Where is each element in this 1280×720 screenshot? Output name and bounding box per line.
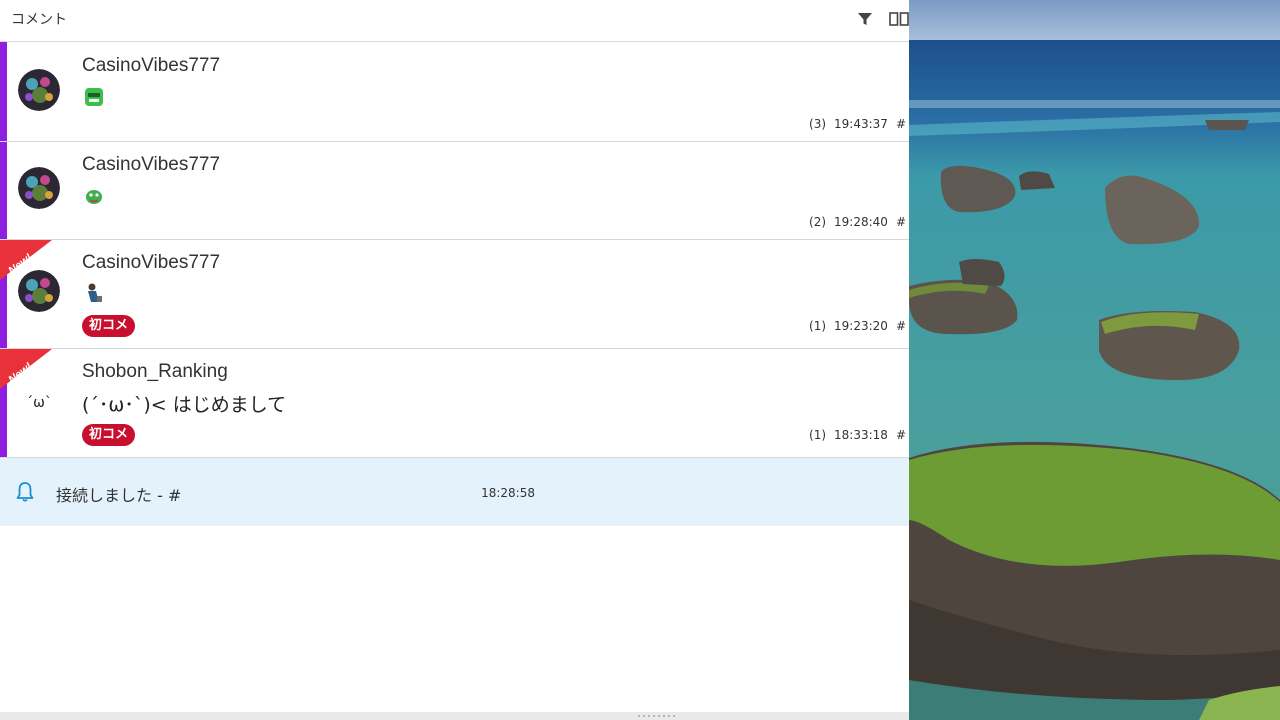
bell-icon <box>16 482 34 502</box>
comment-count: (1) <box>809 319 827 333</box>
comment-username[interactable]: CasinoVibes777 <box>82 252 220 274</box>
comment-accent-bar <box>0 42 7 141</box>
comment-hash[interactable]: # <box>896 215 906 229</box>
comment-text: (´･ω･`)< はじめまして <box>82 394 287 416</box>
comment-meta: (2) 19:28:40 # <box>809 215 906 229</box>
green-creature-stamp <box>86 190 102 204</box>
comment-item[interactable]: New! CasinoVibes777 初コメ (1) 19:23:20 # <box>0 240 909 349</box>
columns-icon[interactable] <box>889 11 909 27</box>
avatar[interactable] <box>18 167 60 209</box>
comment-username[interactable]: CasinoVibes777 <box>82 154 220 176</box>
filter-icon[interactable] <box>857 11 873 27</box>
comment-accent-bar <box>0 142 7 239</box>
comment-time: 19:23:20 <box>834 319 888 333</box>
comment-meta: (1) 18:33:18 # <box>809 428 906 442</box>
panel-title: コメント <box>11 12 67 28</box>
notice-time: 18:28:58 <box>481 486 535 500</box>
comment-meta: (1) 19:23:20 # <box>809 319 906 333</box>
comment-time: 18:33:18 <box>834 428 888 442</box>
scrollbar-grip-icon[interactable] <box>638 714 678 718</box>
horizontal-scrollbar[interactable] <box>0 712 909 720</box>
green-monster-stamp <box>85 88 103 106</box>
comment-time: 19:43:37 <box>834 117 888 131</box>
comment-hash[interactable]: # <box>896 428 906 442</box>
comment-username[interactable]: Shobon_Ranking <box>82 361 228 383</box>
comment-username[interactable]: CasinoVibes777 <box>82 55 220 77</box>
background-photo <box>909 0 1280 720</box>
avatar[interactable]: ´ω` <box>18 382 60 424</box>
comment-item[interactable]: CasinoVibes777 (2) 19:28:40 # <box>0 142 909 240</box>
avatar[interactable] <box>18 69 60 111</box>
comment-hash[interactable]: # <box>896 117 906 131</box>
comment-count: (2) <box>809 215 827 229</box>
notice-text: 接続しました - # <box>56 486 182 505</box>
avatar-text: ´ω` <box>26 395 52 411</box>
comment-time: 19:28:40 <box>834 215 888 229</box>
first-comment-badge: 初コメ <box>82 424 136 446</box>
panel-header: コメント <box>0 0 909 42</box>
comment-panel: コメント CasinoVibes777 (3) 19:43:37 # Casin… <box>0 0 909 720</box>
person-stamp <box>88 283 102 302</box>
first-comment-badge: 初コメ <box>82 315 136 337</box>
avatar[interactable] <box>18 270 60 312</box>
comment-hash[interactable]: # <box>896 319 906 333</box>
comment-item[interactable]: New! ´ω` Shobon_Ranking (´･ω･`)< はじめまして … <box>0 349 909 458</box>
comment-count: (3) <box>809 117 827 131</box>
comment-meta: (3) 19:43:37 # <box>809 117 906 131</box>
comment-item[interactable]: CasinoVibes777 (3) 19:43:37 # <box>0 42 909 142</box>
comment-count: (1) <box>809 428 827 442</box>
